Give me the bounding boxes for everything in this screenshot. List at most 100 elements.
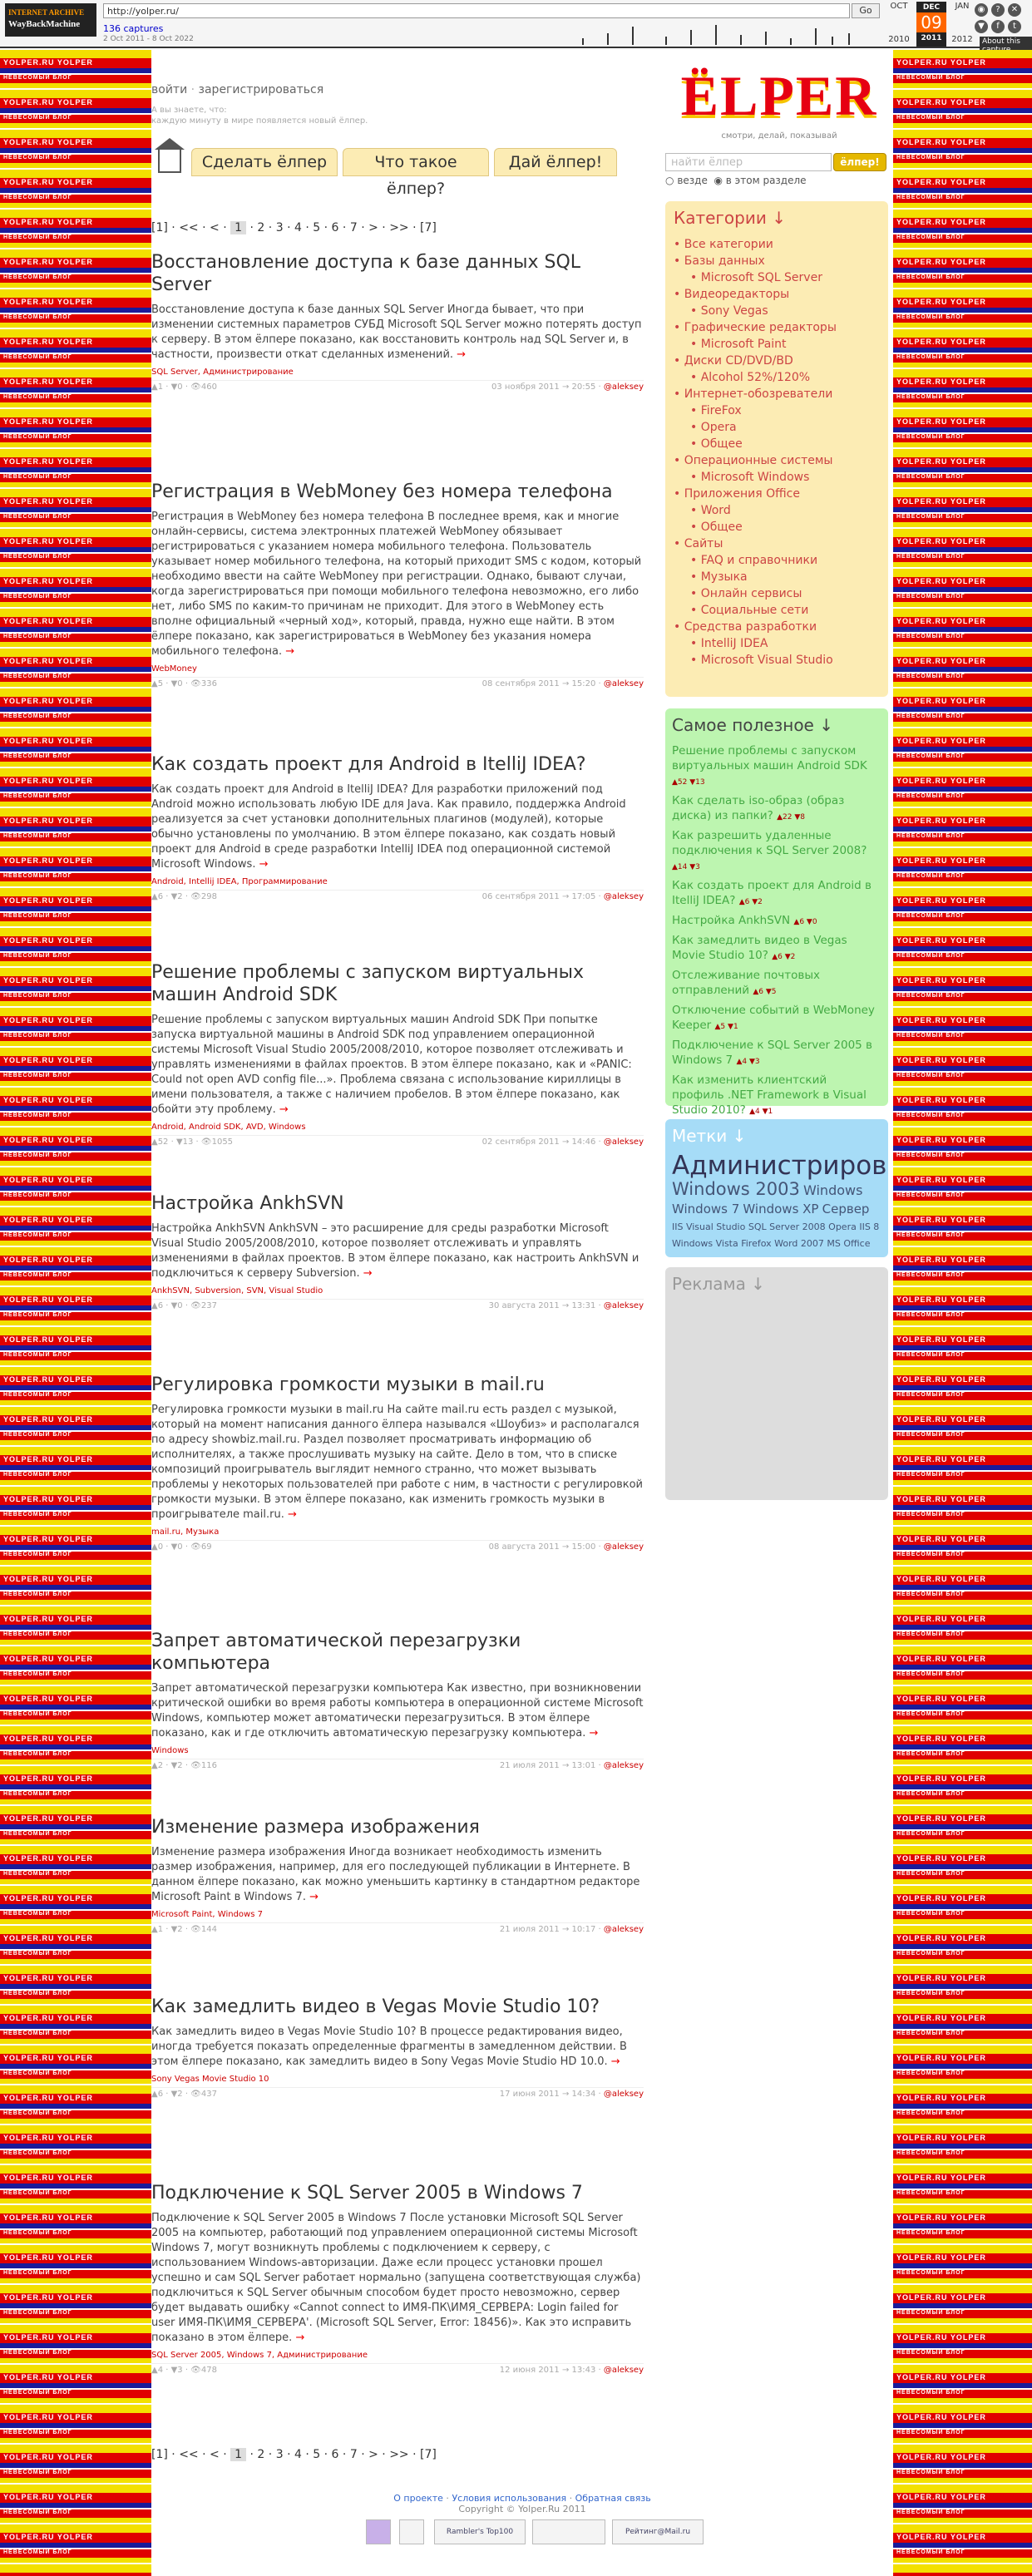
article-author[interactable]: @aleksey: [604, 382, 644, 392]
pager-link[interactable]: 6: [332, 2448, 339, 2461]
pager-link[interactable]: [1]: [151, 221, 168, 234]
wayback-sparkline[interactable]: [249, 22, 857, 45]
read-more-arrow-icon[interactable]: →: [590, 1727, 599, 1740]
category-item[interactable]: Сайты: [674, 535, 880, 552]
counter-mailru[interactable]: Рейтинг@Mail.ru: [612, 2519, 704, 2544]
article-tags[interactable]: SQL Server 2005, Windows 7, Администриро…: [151, 2351, 644, 2360]
pager-link[interactable]: 4: [294, 221, 302, 234]
pager-link[interactable]: >: [368, 221, 378, 234]
close-icon[interactable]: ✕: [1008, 3, 1021, 17]
pager-link[interactable]: 5: [313, 221, 320, 234]
wayback-captures-link[interactable]: 136 captures: [103, 23, 163, 34]
article-author[interactable]: @aleksey: [604, 2090, 644, 2099]
article-title[interactable]: Изменение размера изображения: [151, 1816, 644, 1838]
category-item[interactable]: Общее: [674, 519, 880, 535]
article-title[interactable]: Регулировка громкости музыки в mail.ru: [151, 1374, 644, 1396]
tag-server[interactable]: Сервер: [822, 1202, 870, 1216]
useful-item[interactable]: Как разрешить удаленные подключения к SQ…: [672, 828, 881, 875]
article-author[interactable]: @aleksey: [604, 892, 644, 901]
counter-blank[interactable]: [532, 2519, 605, 2544]
category-item[interactable]: Microsoft Paint: [674, 336, 880, 353]
category-item[interactable]: FireFox: [674, 402, 880, 419]
pager-link[interactable]: <: [210, 2448, 220, 2461]
article-author[interactable]: @aleksey: [604, 2366, 644, 2375]
useful-item-label[interactable]: Отслеживание почтовых отправлений: [672, 969, 820, 997]
useful-item[interactable]: Отслеживание почтовых отправлений ▲6 ▼5: [672, 968, 881, 999]
tag-windows[interactable]: Windows: [803, 1182, 862, 1198]
pager-link[interactable]: 1: [230, 2448, 247, 2461]
category-item[interactable]: IntelliJ IDEA: [674, 635, 880, 652]
category-item[interactable]: Sony Vegas: [674, 303, 880, 319]
pager-link[interactable]: 4: [294, 2448, 302, 2461]
article-tags[interactable]: Windows: [151, 1746, 644, 1755]
useful-item-label[interactable]: Подключение к SQL Server 2005 в Windows …: [672, 1039, 872, 1067]
twitter-icon[interactable]: t: [1008, 20, 1021, 33]
article-tags[interactable]: AnkhSVN, Subversion, SVN, Visual Studio: [151, 1286, 644, 1295]
article-author[interactable]: @aleksey: [604, 1301, 644, 1310]
pager-link[interactable]: >>: [389, 221, 408, 234]
useful-item-label[interactable]: Решение проблемы с запуском виртуальных …: [672, 744, 867, 772]
tab-give-yolper[interactable]: Дай ёлпер!: [494, 148, 617, 176]
counter-rambler[interactable]: Rambler's Top100: [434, 2519, 526, 2544]
pager-link[interactable]: <: [210, 221, 220, 234]
article-author[interactable]: @aleksey: [604, 1137, 644, 1147]
article-title[interactable]: Как замедлить видео в Vegas Movie Studio…: [151, 1996, 644, 2018]
useful-item[interactable]: Как сделать iso-образ (образ диска) из п…: [672, 793, 881, 825]
footer-feedback-link[interactable]: Обратная связь: [575, 2493, 651, 2504]
read-more-arrow-icon[interactable]: →: [363, 1267, 373, 1280]
counter-liveinternet[interactable]: [399, 2519, 424, 2544]
read-more-arrow-icon[interactable]: →: [288, 1508, 297, 1521]
category-item[interactable]: Социальные сети: [674, 602, 880, 619]
article-tags[interactable]: mail.ru, Музыка: [151, 1527, 644, 1537]
article-tags[interactable]: SQL Server, Администрирование: [151, 368, 644, 377]
pager-link[interactable]: >>: [389, 2448, 408, 2461]
scope-everywhere-radio[interactable]: ○: [665, 175, 674, 186]
pager-link[interactable]: 3: [276, 221, 284, 234]
useful-item-label[interactable]: Как создать проект для Android в ItelliJ…: [672, 879, 872, 907]
category-item[interactable]: Графические редакторы: [674, 319, 880, 336]
search-input[interactable]: найти ёлпер: [665, 153, 832, 171]
useful-item[interactable]: Отключение событий в WebMoney Keeper ▲5 …: [672, 1003, 881, 1034]
tag-windows-2003[interactable]: Windows 2003: [672, 1179, 800, 1199]
article-tags[interactable]: Microsoft Paint, Windows 7: [151, 1910, 644, 1919]
wayback-go-button[interactable]: Go: [852, 3, 880, 18]
footer-terms-link[interactable]: Условия использования: [452, 2493, 566, 2504]
article-author[interactable]: @aleksey: [604, 1542, 644, 1552]
category-item[interactable]: Alcohol 52%/120%: [674, 369, 880, 386]
counter-icon[interactable]: [366, 2519, 391, 2544]
article-tags[interactable]: Android, Android SDK, AVD, Windows: [151, 1123, 644, 1132]
category-item[interactable]: Приложения Office: [674, 486, 880, 502]
article-tags[interactable]: WebMoney: [151, 664, 644, 674]
user-icon[interactable]: ◉: [975, 3, 988, 17]
help-icon[interactable]: ?: [991, 3, 1005, 17]
category-item[interactable]: Microsoft SQL Server: [674, 269, 880, 286]
pager-link[interactable]: [7]: [420, 221, 437, 234]
article-title[interactable]: Запрет автоматической перезагрузки компь…: [151, 1630, 644, 1675]
wayback-logo[interactable]: INTERNET ARCHIVE WayBackMachine: [5, 3, 96, 37]
category-item[interactable]: Онлайн сервисы: [674, 585, 880, 602]
read-more-arrow-icon[interactable]: →: [295, 2332, 304, 2344]
useful-item[interactable]: Решение проблемы с запуском виртуальных …: [672, 743, 881, 790]
article-title[interactable]: Настройка AnkhSVN: [151, 1192, 644, 1215]
read-more-arrow-icon[interactable]: →: [309, 1891, 318, 1903]
useful-item-label[interactable]: Настройка AnkhSVN: [672, 914, 790, 927]
tag-windows-7[interactable]: Windows 7: [672, 1202, 739, 1216]
category-item[interactable]: Microsoft Windows: [674, 469, 880, 486]
category-item[interactable]: Общее: [674, 436, 880, 452]
useful-item-label[interactable]: Как сделать iso-образ (образ диска) из п…: [672, 794, 844, 822]
category-item[interactable]: Opera: [674, 419, 880, 436]
article-tags[interactable]: Android, Intellij IDEA, Программирование: [151, 877, 644, 886]
read-more-arrow-icon[interactable]: →: [279, 1103, 289, 1116]
useful-item-label[interactable]: Как замедлить видео в Vegas Movie Studio…: [672, 934, 847, 962]
pager-link[interactable]: 5: [313, 2448, 320, 2461]
wayback-month-prev[interactable]: OCT: [883, 2, 915, 11]
facebook-icon[interactable]: f: [991, 20, 1005, 33]
pager-link[interactable]: <<: [179, 221, 198, 234]
useful-item[interactable]: Как создать проект для Android в ItelliJ…: [672, 878, 881, 910]
useful-item-label[interactable]: Как разрешить удаленные подключения к SQ…: [672, 829, 867, 857]
right-ad-strip[interactable]: YOLPER.RU YOLPER НЕВЕСОМЫЙ БЛОГ YOLPER.RU …: [893, 50, 1032, 2576]
category-item[interactable]: Музыка: [674, 569, 880, 585]
pager-link[interactable]: <<: [179, 2448, 198, 2461]
category-item[interactable]: Операционные системы: [674, 452, 880, 469]
article-title[interactable]: Восстановление доступа к базе данных SQL…: [151, 251, 644, 296]
